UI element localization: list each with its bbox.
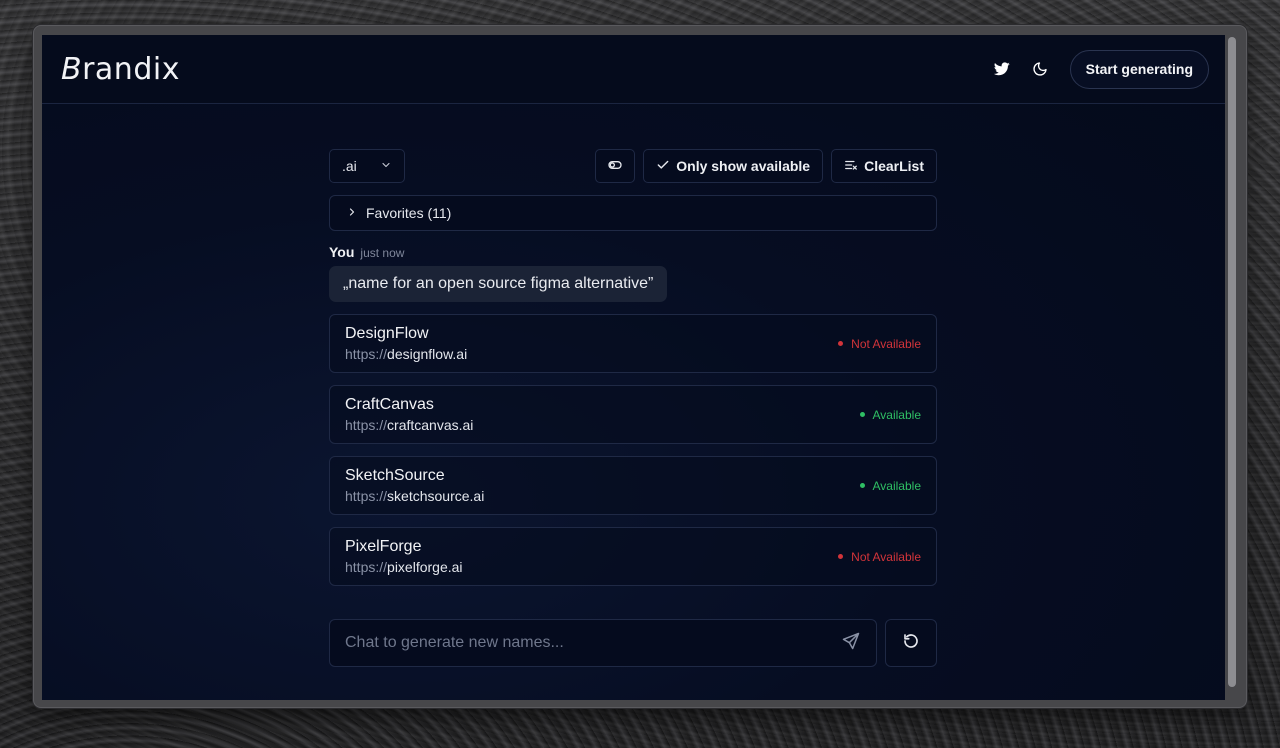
check-icon — [656, 158, 670, 175]
status-dot-icon — [838, 341, 844, 346]
favorites-toggle[interactable]: Favorites (11) — [329, 195, 937, 231]
refresh-icon — [902, 632, 920, 655]
message-time: just now — [360, 246, 405, 260]
result-url: https://craftcanvas.ai — [345, 417, 474, 433]
moon-icon[interactable] — [1028, 57, 1052, 81]
status-badge: Not Available — [838, 337, 921, 351]
header-actions: Start generating — [990, 49, 1209, 89]
status-badge: Available — [859, 408, 921, 422]
tld-select[interactable]: .ai — [329, 149, 405, 183]
chat-input-wrapper — [329, 619, 877, 667]
brand-logo[interactable]: Brandix — [61, 52, 180, 87]
app-viewport: Brandix Start generating .ai Only show a… — [42, 35, 1225, 700]
result-url: https://sketchsource.ai — [345, 488, 485, 504]
view-toggle-button[interactable] — [595, 149, 636, 183]
clear-list-label: ClearList — [864, 158, 924, 174]
logo-text: randix — [82, 51, 180, 87]
send-icon[interactable] — [841, 631, 861, 656]
result-url: https://pixelforge.ai — [345, 559, 463, 575]
twitter-icon[interactable] — [990, 57, 1014, 81]
result-name: CraftCanvas — [345, 396, 434, 413]
chevron-down-icon — [380, 158, 392, 174]
message-meta: You just now — [329, 244, 937, 260]
reset-button[interactable] — [885, 619, 937, 667]
favorites-label: Favorites (11) — [366, 205, 452, 221]
status-badge: Available — [859, 479, 921, 493]
chat-row — [329, 619, 937, 667]
results-list: DesignFlow https://designflow.ai Not Ava… — [329, 314, 937, 586]
status-badge: Not Available — [838, 550, 921, 564]
logo-initial: B — [61, 51, 83, 87]
result-item[interactable]: CraftCanvas https://craftcanvas.ai Avail… — [329, 385, 937, 444]
only-available-label: Only show available — [676, 158, 811, 174]
result-item[interactable]: SketchSource https://sketchsource.ai Ava… — [329, 456, 937, 515]
status-dot-icon — [859, 483, 865, 488]
only-available-button[interactable]: Only show available — [643, 149, 824, 183]
result-url: https://designflow.ai — [345, 346, 468, 362]
top-header: Brandix Start generating — [42, 35, 1225, 104]
status-dot-icon — [859, 412, 865, 417]
status-dot-icon — [838, 554, 844, 559]
browser-window: Brandix Start generating .ai Only show a… — [33, 25, 1247, 708]
toggle-icon — [607, 158, 623, 175]
chat-input[interactable] — [345, 634, 841, 652]
start-generating-button[interactable]: Start generating — [1069, 49, 1209, 89]
scrollbar[interactable] — [1228, 37, 1236, 687]
result-item[interactable]: DesignFlow https://designflow.ai Not Ava… — [329, 314, 937, 373]
main-content: .ai Only show available ClearList Favori… — [329, 149, 937, 667]
message-bubble: „name for an open source figma alternati… — [329, 266, 668, 302]
toolbar: .ai Only show available ClearList — [329, 149, 937, 183]
result-name: DesignFlow — [345, 325, 429, 342]
result-name: PixelForge — [345, 538, 422, 555]
clear-list-icon — [844, 158, 858, 175]
tld-value: .ai — [342, 158, 357, 174]
result-item[interactable]: PixelForge https://pixelforge.ai Not Ava… — [329, 527, 937, 586]
message-author: You — [329, 244, 355, 260]
clear-list-button[interactable]: ClearList — [831, 149, 937, 183]
chevron-right-icon — [346, 205, 358, 221]
result-name: SketchSource — [345, 467, 445, 484]
